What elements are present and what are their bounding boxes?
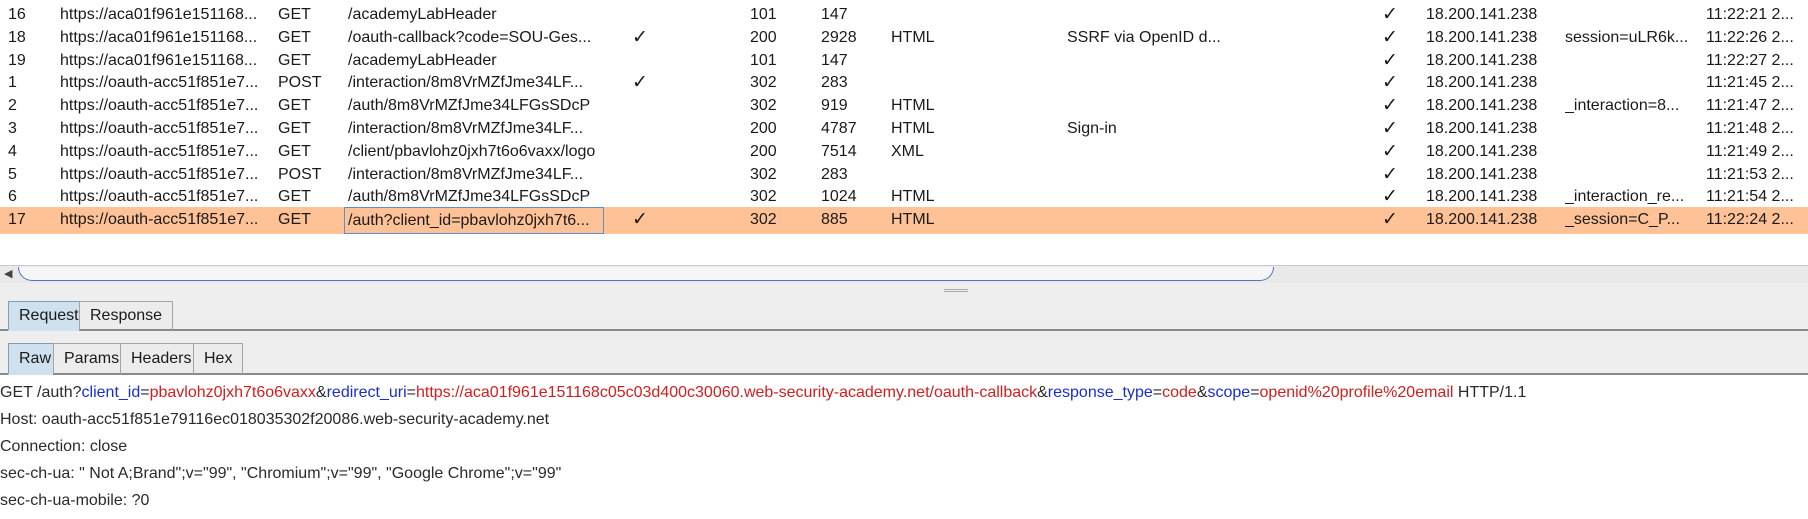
header-host: Host: oauth-acc51f851e79116ec018035302f2… xyxy=(0,411,550,428)
divider-grip-icon[interactable] xyxy=(944,289,968,292)
row-number: 17 xyxy=(8,211,26,229)
scroll-left-icon[interactable]: ◀ xyxy=(4,266,12,282)
raw-request-editor[interactable]: GET /auth?client_id=pbavlohz0jxh7t6o6vax… xyxy=(0,377,1808,519)
row-time: 11:22:24 2... xyxy=(1706,211,1794,229)
tab-request[interactable]: Request xyxy=(8,301,90,331)
message-tabs: Request Response xyxy=(0,297,1808,331)
row-tls-check-icon: ✓ xyxy=(1382,209,1398,231)
tab-response[interactable]: Response xyxy=(79,301,174,331)
row-cookies: _session=C_P... xyxy=(1565,211,1680,229)
row-title xyxy=(1067,207,1242,233)
param-name: scope xyxy=(1207,384,1251,401)
param-value: https://aca01f961e151168c05c03d400c30060… xyxy=(415,384,1038,401)
table-row-selected[interactable]: 17 https://oauth-acc51f851e7... GET/auth?c… xyxy=(0,207,1808,234)
row-host: https://oauth-acc51f851e7... xyxy=(60,211,259,229)
row-ip: 18.200.141.238 xyxy=(1426,211,1538,229)
row-mime: HTML xyxy=(891,211,935,229)
row-status: 302 xyxy=(750,211,777,229)
request-line: GET /auth?client_id=pbavlohz0jxh7t6o6vax… xyxy=(0,384,1527,401)
tab-headers[interactable]: Headers xyxy=(120,343,203,375)
header-sec-ch-ua: sec-ch-ua: " Not A;Brand";v="99", "Chrom… xyxy=(0,465,562,482)
header-connection: Connection: close xyxy=(0,438,128,455)
param-name: response_type xyxy=(1047,384,1153,401)
row-length: 885 xyxy=(821,211,848,229)
header-sec-ch-ua-mobile: sec-ch-ua-mobile: ?0 xyxy=(0,492,150,509)
http-version: HTTP/1.1 xyxy=(1453,384,1527,401)
tab-hex[interactable]: Hex xyxy=(193,343,244,375)
param-value: openid%20profile%20email xyxy=(1259,384,1454,401)
split-pane-divider[interactable] xyxy=(0,283,1808,297)
tab-params[interactable]: Params xyxy=(53,343,131,375)
proxy-history-table: 16 https://aca01f961e151168... GET/academy… xyxy=(0,0,1808,265)
param-value: code xyxy=(1162,384,1197,401)
param-value: pbavlohz0jxh7t6o6vaxx xyxy=(149,384,316,401)
request-method-path: GET /auth? xyxy=(0,384,82,401)
horizontal-scrollbar[interactable]: ◀ xyxy=(0,265,1808,283)
row-method: GET xyxy=(278,211,311,229)
param-name: redirect_uri xyxy=(326,384,407,401)
scrollbar-thumb[interactable] xyxy=(18,267,1274,281)
param-name: client_id xyxy=(81,384,141,401)
row-url: /auth?client_id=pbavlohz0jxh7t6... xyxy=(344,207,604,234)
view-tabs: Raw Params Headers Hex xyxy=(0,337,1808,375)
row-params-check-icon: ✓ xyxy=(632,209,648,231)
